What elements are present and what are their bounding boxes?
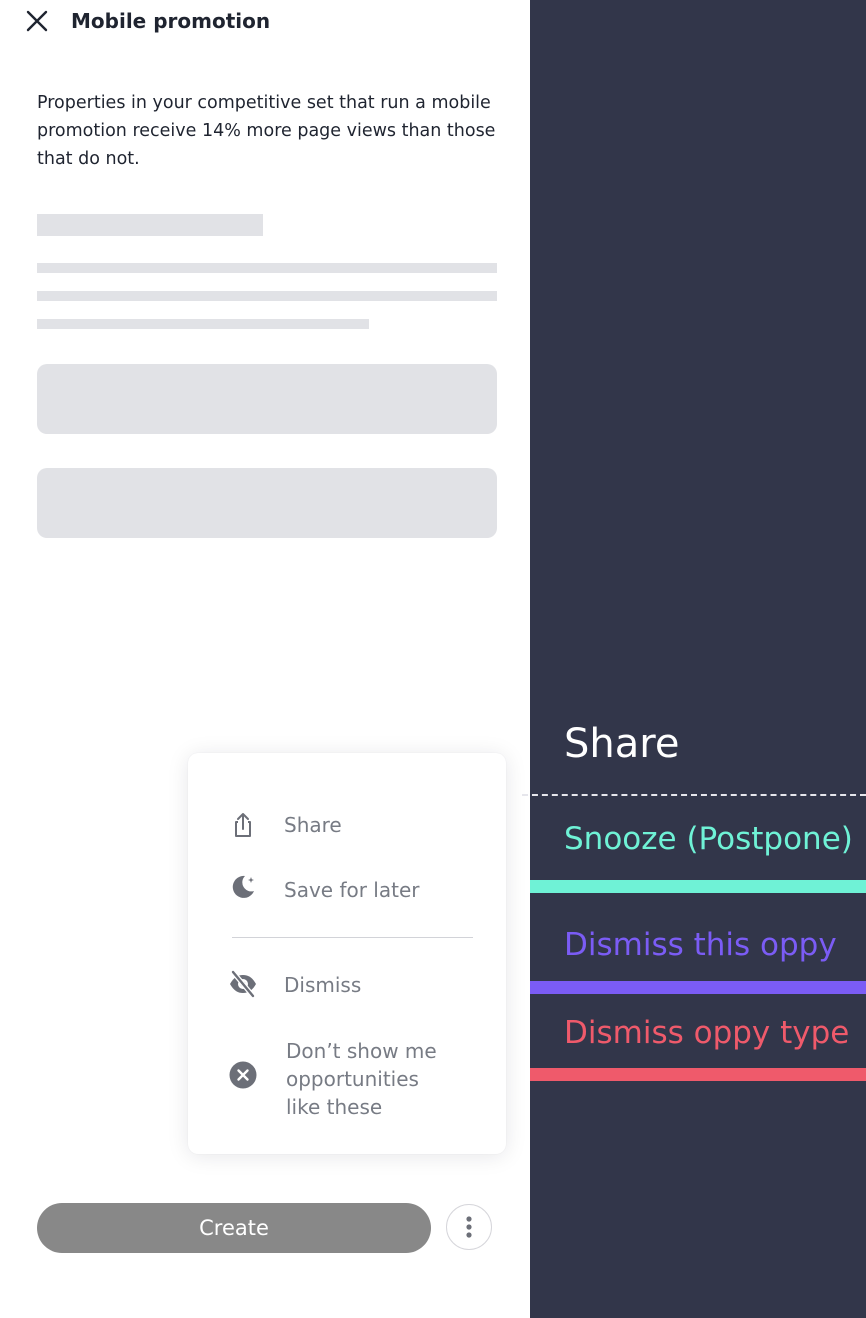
menu-item-label: Don’t show me opportunities like these bbox=[286, 1039, 437, 1119]
annotation-dashed-divider bbox=[522, 794, 866, 796]
overflow-menu: Share Save for later Dismiss Don’t show … bbox=[188, 753, 506, 1154]
annotation-snooze: Snooze (Postpone) bbox=[564, 821, 853, 857]
share-icon bbox=[235, 813, 251, 837]
skeleton-card bbox=[37, 468, 497, 538]
annotation-bar-dismiss-this bbox=[530, 981, 866, 994]
close-icon bbox=[26, 10, 48, 32]
menu-item-dismiss[interactable]: Dismiss bbox=[188, 965, 506, 1005]
create-button[interactable]: Create bbox=[37, 1203, 431, 1253]
menu-item-save-for-later[interactable]: Save for later bbox=[188, 870, 506, 910]
annotation-panel: Share Snooze (Postpone) Dismiss this opp… bbox=[530, 0, 866, 1318]
more-options-button[interactable] bbox=[446, 1204, 492, 1250]
skeleton-line bbox=[37, 263, 497, 273]
skeleton-line bbox=[37, 291, 497, 301]
menu-item-dont-show[interactable]: Don’t show me opportunities like these bbox=[188, 1037, 506, 1123]
skeleton-line bbox=[37, 319, 369, 329]
vertical-dots-icon bbox=[466, 1216, 472, 1238]
skeleton-card bbox=[37, 364, 497, 434]
moon-icon bbox=[232, 875, 254, 898]
menu-item-label: Save for later bbox=[284, 878, 420, 902]
menu-item-share[interactable]: Share bbox=[188, 805, 506, 845]
annotation-bar-dismiss-type bbox=[530, 1068, 866, 1081]
annotation-share: Share bbox=[564, 721, 680, 767]
panel-title: Mobile promotion bbox=[71, 9, 271, 33]
menu-item-label: Share bbox=[284, 813, 342, 837]
annotation-dismiss-type: Dismiss oppy type bbox=[564, 1015, 850, 1051]
panel-description: Properties in your competitive set that … bbox=[37, 93, 496, 169]
annotation-bar-snooze bbox=[530, 880, 866, 893]
skeleton-heading bbox=[37, 214, 263, 236]
close-button[interactable] bbox=[24, 8, 50, 34]
close-circle-icon bbox=[229, 1061, 257, 1089]
menu-divider bbox=[232, 937, 473, 938]
screen: Mobile promotion Properties in your comp… bbox=[0, 0, 866, 1318]
annotation-dismiss-this: Dismiss this oppy bbox=[564, 927, 837, 963]
opportunity-panel: Mobile promotion Properties in your comp… bbox=[0, 0, 530, 1318]
eye-off-icon bbox=[230, 969, 256, 999]
menu-item-label: Dismiss bbox=[284, 973, 362, 997]
